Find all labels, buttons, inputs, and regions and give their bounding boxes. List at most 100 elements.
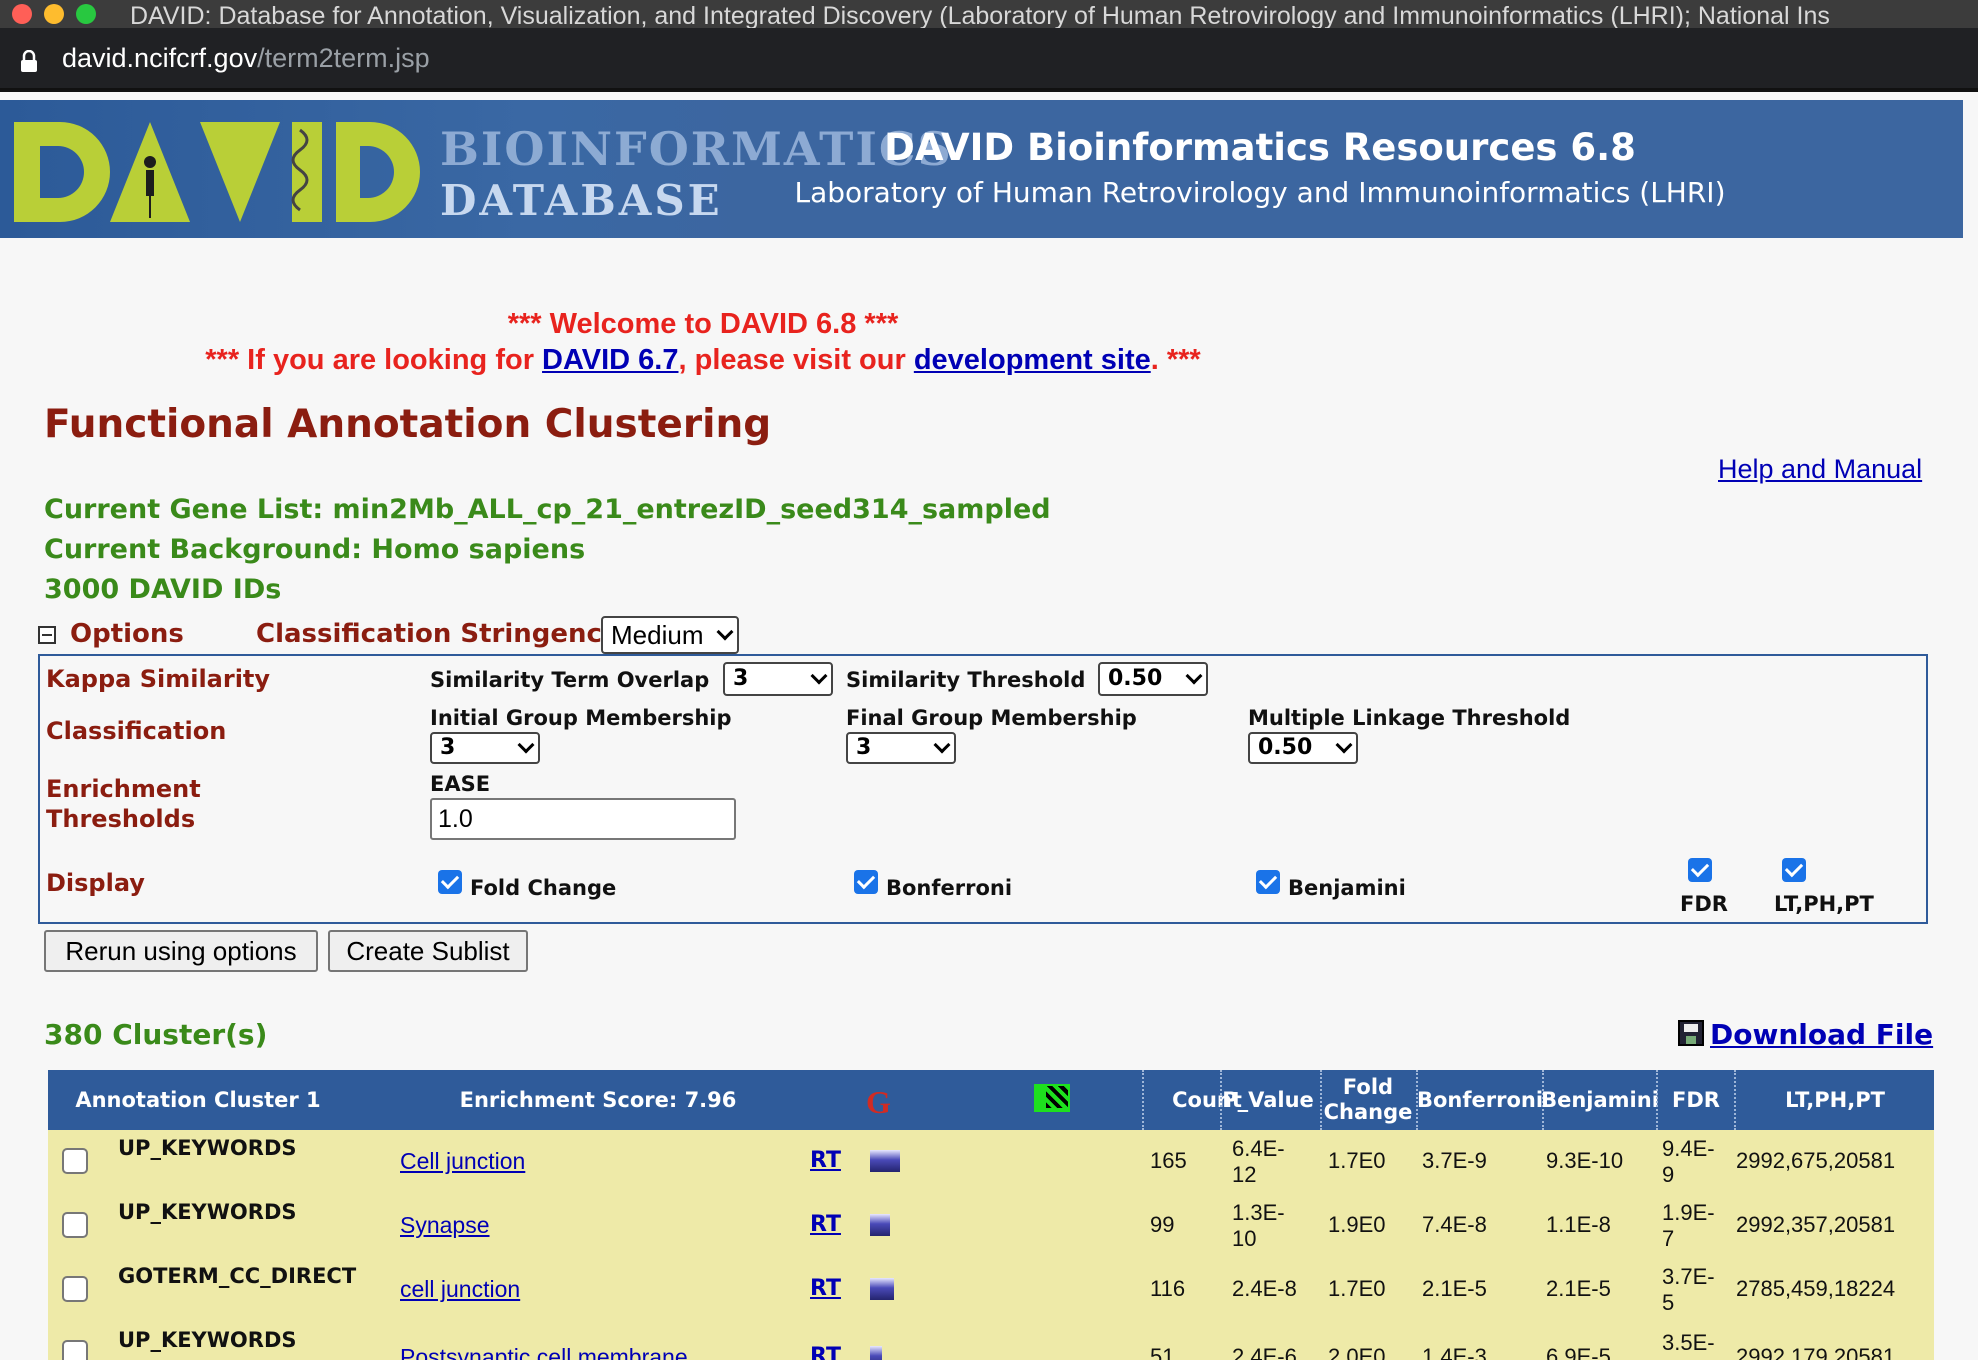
options-label: Options <box>70 619 184 649</box>
ease-input[interactable]: 1.0 <box>430 798 736 840</box>
enrichment-label-line1: Enrichment <box>46 775 201 803</box>
chevron-down-icon <box>1335 736 1353 754</box>
initial-group-label: Initial Group Membership <box>430 706 732 730</box>
header-fold-line2: Change <box>1323 1100 1413 1124</box>
url-host: david.ncifcrf.gov <box>62 43 258 73</box>
row-checkbox[interactable] <box>62 1276 88 1302</box>
chevron-down-icon <box>716 623 734 641</box>
row-checkbox[interactable] <box>62 1148 88 1174</box>
header-fdr: FDR <box>1672 1087 1720 1112</box>
row-count: 99 <box>1150 1212 1175 1237</box>
row-term-link[interactable]: Postsynaptic cell membrane <box>400 1344 688 1360</box>
row-rt-link[interactable]: RT <box>810 1148 841 1173</box>
row-count: 165 <box>1150 1148 1187 1173</box>
header-fold-change: Fold Change <box>1322 1070 1414 1130</box>
row-pvalue: 1.3E- 10 <box>1232 1200 1285 1252</box>
address-bar[interactable]: david.ncifcrf.gov/term2term.jsp <box>0 28 1978 92</box>
fdr-line2: 5 <box>1662 1290 1675 1315</box>
options-panel: Kappa Similarity Similarity Term Overlap… <box>38 654 1928 924</box>
threshold-select[interactable]: 0.50 <box>1098 662 1208 696</box>
row-benjamini: 6.9E-5 <box>1546 1344 1611 1360</box>
row-rt-link[interactable]: RT <box>810 1344 841 1360</box>
row-category: GOTERM_CC_DIRECT <box>118 1264 357 1288</box>
ltphpt-checkbox[interactable] <box>1782 858 1806 882</box>
row-fdr: 9.4E- 9 <box>1662 1136 1715 1188</box>
row-category: UP_KEYWORDS <box>118 1136 297 1160</box>
row-term-link[interactable]: Synapse <box>400 1212 490 1239</box>
row-benjamini: 9.3E-10 <box>1546 1148 1624 1173</box>
cluster-title: Annotation Cluster 1 <box>75 1087 321 1112</box>
final-group-label: Final Group Membership <box>846 706 1137 730</box>
url-text[interactable]: david.ncifcrf.gov/term2term.jsp <box>62 43 430 74</box>
enrichment-label-line2: Thresholds <box>46 805 196 833</box>
development-site-link[interactable]: development site <box>914 344 1151 376</box>
fold-change-label: Fold Change <box>470 876 617 900</box>
linkage-select[interactable]: 0.50 <box>1248 732 1358 764</box>
row-checkbox[interactable] <box>62 1212 88 1238</box>
fdr-line2: 9 <box>1662 1162 1675 1187</box>
threshold-value: 0.50 <box>1108 666 1163 691</box>
ltphpt-label: LT,PH,PT <box>1774 892 1874 916</box>
collapse-options-icon[interactable] <box>38 626 56 644</box>
current-gene-list: Current Gene List: min2Mb_ALL_cp_21_entr… <box>44 494 1051 525</box>
row-bar <box>870 1150 900 1172</box>
floppy-disk-icon[interactable] <box>1678 1020 1704 1046</box>
fdr-checkbox[interactable] <box>1688 858 1712 882</box>
david-id-count: 3000 DAVID IDs <box>44 574 282 605</box>
linkage-label: Multiple Linkage Threshold <box>1248 706 1571 730</box>
classification-label: Classification <box>46 717 227 745</box>
fdr-line1: 9.4E- <box>1662 1136 1715 1161</box>
row-category: UP_KEYWORDS <box>118 1200 297 1224</box>
bonferroni-label: Bonferroni <box>886 876 1013 900</box>
row-rt-link[interactable]: RT <box>810 1212 841 1237</box>
overlap-select[interactable]: 3 <box>723 662 833 696</box>
row-fold: 1.9E0 <box>1328 1212 1386 1237</box>
download-file-link[interactable]: Download File <box>1710 1018 1933 1051</box>
site-banner: BIOINFORMATICS DATABASE DAVID Bioinforma… <box>0 100 1963 238</box>
row-rt-link[interactable]: RT <box>810 1276 841 1301</box>
row-benjamini: 1.1E-8 <box>1546 1212 1611 1237</box>
row-fold: 2.0E0 <box>1328 1344 1386 1360</box>
stringency-select[interactable]: Medium <box>601 616 739 654</box>
cluster-count: 380 Cluster(s) <box>44 1018 268 1051</box>
overlap-value: 3 <box>733 666 749 691</box>
row-fdr: 1.9E- 7 <box>1662 1200 1715 1252</box>
help-manual-link[interactable]: Help and Manual <box>1718 454 1922 485</box>
fdr-label: FDR <box>1680 892 1728 916</box>
cluster-table-body: UP_KEYWORDS Cell junction RT 165 6.4E- 12… <box>48 1130 1934 1360</box>
row-checkbox[interactable] <box>62 1340 88 1360</box>
chevron-down-icon <box>1185 667 1203 685</box>
overlap-label: Similarity Term Overlap <box>430 668 710 692</box>
header-bonferroni: Bonferroni <box>1416 1087 1544 1112</box>
final-group-select[interactable]: 3 <box>846 732 956 764</box>
initial-group-value: 3 <box>440 735 456 760</box>
close-window-button[interactable] <box>12 4 32 24</box>
welcome-line-2: *** If you are looking for DAVID 6.7, pl… <box>0 342 1406 378</box>
welcome-suffix: . *** <box>1150 344 1201 376</box>
current-background: Current Background: Homo sapiens <box>44 534 586 565</box>
rerun-button[interactable]: Rerun using options <box>44 930 318 972</box>
row-fold: 1.7E0 <box>1328 1148 1386 1173</box>
table-row: UP_KEYWORDS Postsynaptic cell membrane R… <box>48 1322 1934 1360</box>
heatmap-icon[interactable] <box>1034 1084 1070 1112</box>
maximize-window-button[interactable] <box>76 4 96 24</box>
page-title: Functional Annotation Clustering <box>44 402 772 447</box>
initial-group-select[interactable]: 3 <box>430 732 540 764</box>
david-67-link[interactable]: DAVID 6.7 <box>542 344 678 376</box>
row-term-link[interactable]: cell junction <box>400 1276 520 1303</box>
row-bonferroni: 2.1E-5 <box>1422 1276 1487 1301</box>
david-logo[interactable]: BIOINFORMATICS DATABASE <box>0 100 951 238</box>
benjamini-checkbox[interactable] <box>1256 870 1280 894</box>
row-fdr: 3.7E- 5 <box>1662 1264 1715 1316</box>
create-sublist-button[interactable]: Create Sublist <box>328 930 528 972</box>
row-term-link[interactable]: Cell junction <box>400 1148 525 1175</box>
bonferroni-checkbox[interactable] <box>854 870 878 894</box>
chevron-down-icon <box>933 736 951 754</box>
ease-label: EASE <box>430 772 491 796</box>
header-ltphpt: LT,PH,PT <box>1785 1087 1885 1112</box>
minimize-window-button[interactable] <box>44 4 64 24</box>
fold-change-checkbox[interactable] <box>438 870 462 894</box>
header-pvalue: P_Value <box>1222 1087 1314 1112</box>
gene-report-icon[interactable]: G <box>866 1084 891 1121</box>
row-pvalue: 2.4E-8 <box>1232 1276 1297 1301</box>
